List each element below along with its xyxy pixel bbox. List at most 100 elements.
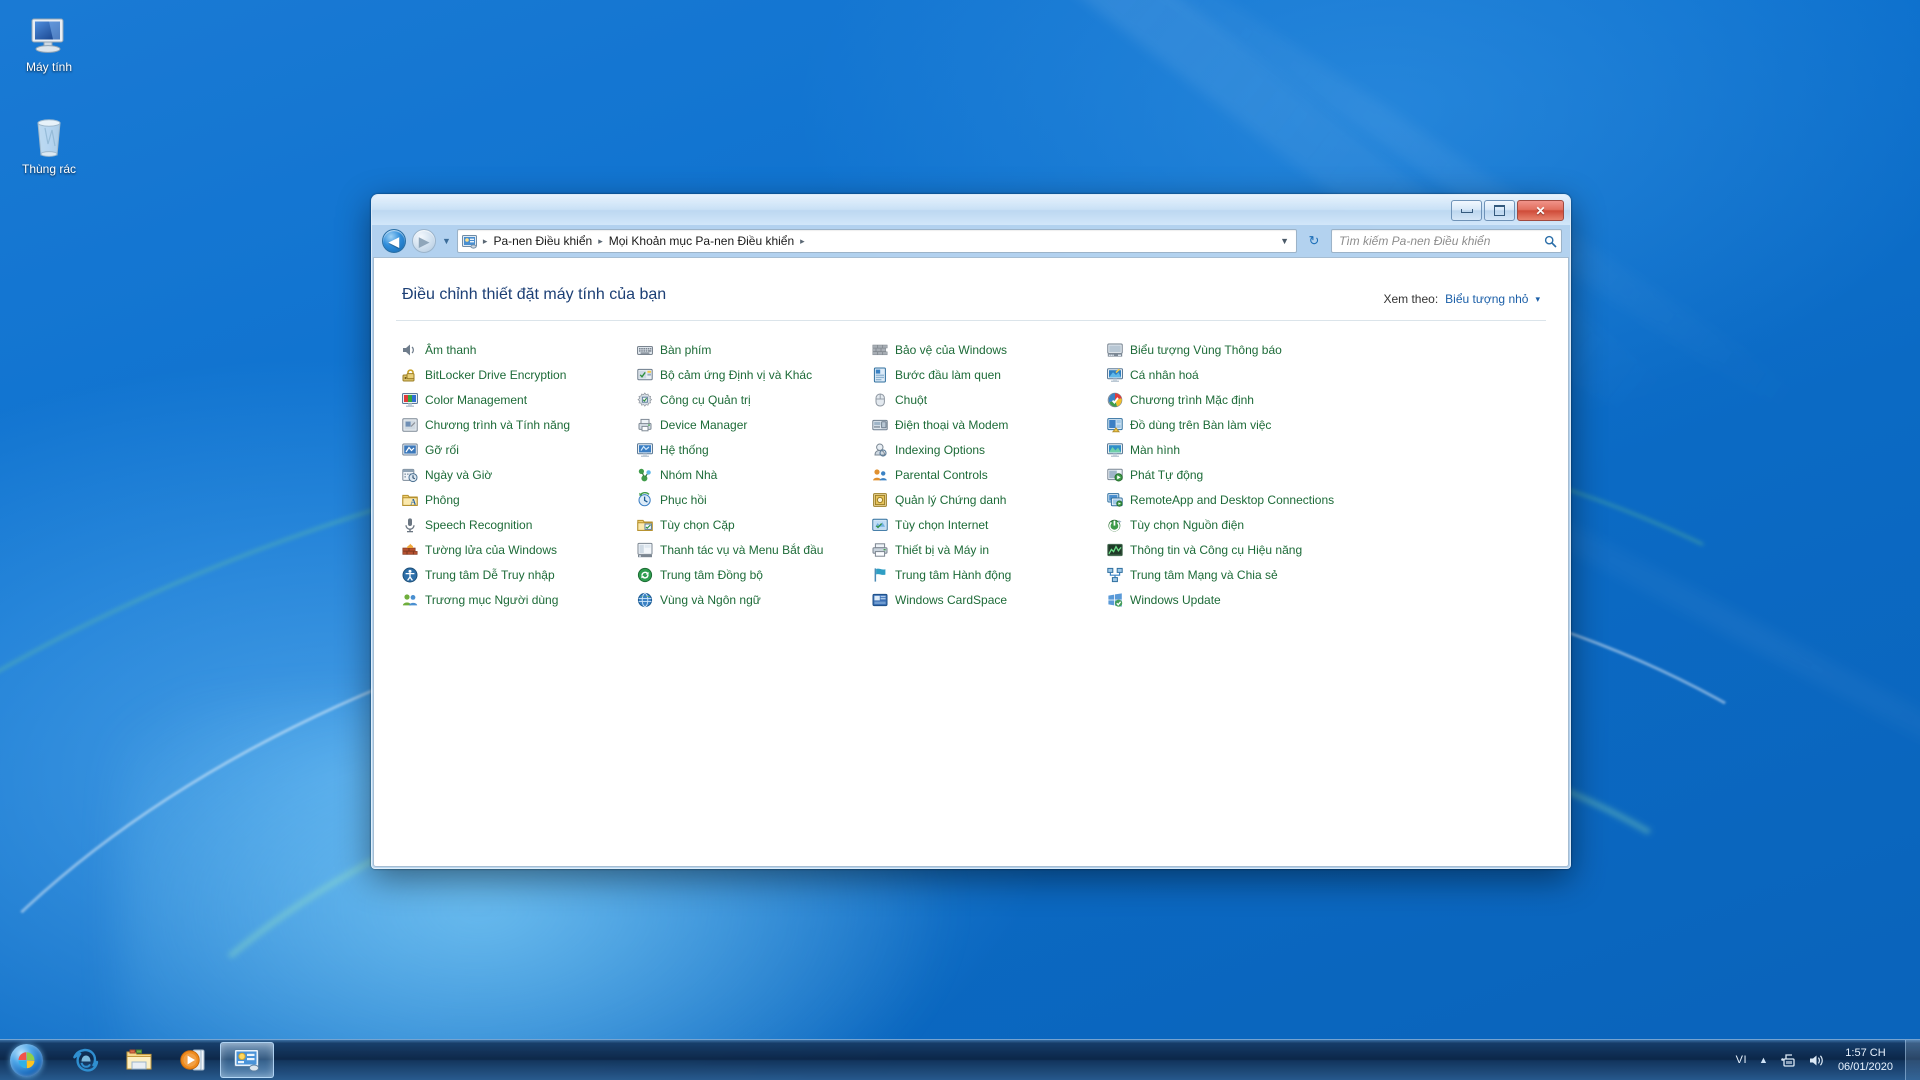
control-panel-item[interactable]: Đồ dùng trên Bàn làm việc [1107, 412, 1342, 437]
control-panel-item-label: Điện thoại và Modem [895, 417, 1009, 432]
minimize-button[interactable] [1451, 200, 1482, 221]
show-hidden-icons-button[interactable]: ▲ [1753, 1055, 1774, 1065]
control-panel-icon [234, 1049, 260, 1072]
control-panel-item[interactable]: Thông tin và Công cụ Hiệu năng [1107, 537, 1342, 562]
network-tray-icon[interactable] [1774, 1053, 1802, 1068]
control-panel-item-label: Trung tâm Hành động [895, 567, 1012, 582]
show-desktop-button[interactable] [1905, 1040, 1920, 1080]
control-panel-items-grid: Âm thanh BitLocker Drive Encryption Color … [374, 321, 1568, 612]
taskbar[interactable]: VI ▲ 1:57 CH 06/01/2020 [0, 1039, 1920, 1080]
control-panel-item[interactable]: Chuột [872, 387, 1107, 412]
control-panel-item[interactable]: Âm thanh [402, 337, 637, 362]
control-panel-item[interactable]: Parental Controls [872, 462, 1107, 487]
control-panel-item[interactable]: Quản lý Chứng danh [872, 487, 1107, 512]
control-panel-item[interactable]: Chương trình và Tính năng [402, 412, 637, 437]
control-panel-item[interactable]: Bước đầu làm quen [872, 362, 1107, 387]
control-panel-item[interactable]: Phục hồi [637, 487, 872, 512]
program-box-icon [402, 417, 418, 433]
folder-font-icon: A [402, 492, 418, 508]
search-box[interactable]: Tìm kiếm Pa-nen Điều khiển [1331, 229, 1562, 253]
close-button[interactable]: ✕ [1517, 200, 1564, 221]
start-button[interactable] [2, 1042, 50, 1078]
desktop-icon-recycle-bin[interactable]: Thùng rác [6, 110, 92, 176]
control-panel-item[interactable]: Phát Tự động [1107, 462, 1342, 487]
folder-options-icon [637, 517, 653, 533]
control-panel-item[interactable]: Thiết bị và Máy in [872, 537, 1107, 562]
control-panel-item[interactable]: Gỡ rối [402, 437, 637, 462]
control-panel-item[interactable]: Màn hình [1107, 437, 1342, 462]
control-panel-item-label: Thông tin và Công cụ Hiệu năng [1130, 542, 1303, 557]
control-panel-item[interactable]: Tùy chọn Internet [872, 512, 1107, 537]
control-panel-item[interactable]: A Phông [402, 487, 637, 512]
control-panel-item[interactable]: Ngày và Giờ [402, 462, 637, 487]
window-content: Điều chỉnh thiết đặt máy tính của bạn Xe… [373, 257, 1569, 867]
breadcrumb-separator[interactable]: ▸ [595, 236, 606, 247]
search-input[interactable]: Tìm kiếm Pa-nen Điều khiển [1339, 234, 1544, 248]
taskbar-button-windows-explorer[interactable] [112, 1042, 166, 1078]
taskbar-button-media-player[interactable] [166, 1042, 220, 1078]
control-panel-item[interactable]: Cá nhân hoá [1107, 362, 1342, 387]
taskbar-button-internet-explorer[interactable] [58, 1042, 112, 1078]
breadcrumb-item-all-items[interactable]: Mọi Khoản mục Pa-nen Điều khiển [606, 232, 797, 250]
refresh-icon: ↻ [1308, 233, 1320, 248]
control-panel-item[interactable]: Vùng và Ngôn ngữ [637, 587, 872, 612]
control-panel-item[interactable]: Trung tâm Hành động [872, 562, 1107, 587]
address-dropdown-icon[interactable]: ▼ [1275, 236, 1294, 246]
back-button[interactable]: ◀ [382, 229, 406, 253]
autoplay-icon [1107, 467, 1123, 483]
taskbar-button-control-panel[interactable] [220, 1042, 274, 1078]
maximize-button[interactable] [1484, 200, 1515, 221]
refresh-button[interactable]: ↻ [1303, 230, 1325, 252]
control-panel-item[interactable]: Trung tâm Dễ Truy nhập [402, 562, 637, 587]
control-panel-item[interactable]: Trung tâm Mạng và Chia sẻ [1107, 562, 1342, 587]
control-panel-item[interactable]: Tùy chọn Nguồn điện [1107, 512, 1342, 537]
control-panel-item[interactable]: Trương mục Người dùng [402, 587, 637, 612]
control-panel-item[interactable]: Điện thoại và Modem [872, 412, 1107, 437]
control-panel-item[interactable]: Tường lửa của Windows [402, 537, 637, 562]
control-panel-item[interactable]: Công cụ Quản trị [637, 387, 872, 412]
control-panel-item[interactable]: Thanh tác vụ và Menu Bắt đầu [637, 537, 872, 562]
close-icon: ✕ [1535, 203, 1546, 218]
control-panel-item[interactable]: Color Management [402, 387, 637, 412]
control-panel-item[interactable]: RemoteApp and Desktop Connections [1107, 487, 1342, 512]
volume-tray-icon[interactable] [1802, 1053, 1830, 1068]
control-panel-window[interactable]: ✕ ◀ ▶ ▼ ▸ Pa-nen Điều khiển ▸ Mọi Khoản … [371, 194, 1571, 869]
breadcrumb-separator[interactable]: ▸ [797, 236, 808, 247]
control-panel-item[interactable]: Windows CardSpace [872, 587, 1107, 612]
display-icon [1107, 442, 1123, 458]
control-panel-item[interactable]: Hệ thống [637, 437, 872, 462]
control-panel-item[interactable]: Speech Recognition [402, 512, 637, 537]
remoteapp-icon [1107, 492, 1123, 508]
control-panel-item-label: Bảo vệ của Windows [895, 342, 1008, 357]
control-panel-item-label: Device Manager [660, 417, 748, 432]
troubleshoot-icon [402, 442, 418, 458]
history-dropdown-icon[interactable]: ▼ [442, 236, 451, 246]
control-panel-item-label: Parental Controls [895, 467, 988, 482]
language-indicator[interactable]: VI [1730, 1054, 1753, 1066]
view-by-control[interactable]: Xem theo: Biểu tượng nhỏ ▾ [1383, 286, 1540, 306]
view-by-value[interactable]: Biểu tượng nhỏ [1445, 292, 1528, 306]
control-panel-item[interactable]: Bộ cảm ứng Định vị và Khác [637, 362, 872, 387]
control-panel-item[interactable]: Bàn phím [637, 337, 872, 362]
control-panel-item[interactable]: Device Manager [637, 412, 872, 437]
control-panel-item[interactable]: BitLocker Drive Encryption [402, 362, 637, 387]
control-panel-item-label: RemoteApp and Desktop Connections [1130, 492, 1335, 507]
breadcrumb-item-control-panel[interactable]: Pa-nen Điều khiển [490, 232, 595, 250]
breadcrumb-separator[interactable]: ▸ [480, 236, 491, 247]
control-panel-item[interactable]: Indexing Options [872, 437, 1107, 462]
control-panel-item[interactable]: Bảo vệ của Windows [872, 337, 1107, 362]
control-panel-item[interactable]: Trung tâm Đồng bộ [637, 562, 872, 587]
getting-started-icon [872, 367, 888, 383]
desktop[interactable]: Máy tính Thùng rác ✕ ◀ ▶ ▼ ▸ Pa-nen Điều… [0, 0, 1920, 1080]
control-panel-item[interactable]: Nhóm Nhà [637, 462, 872, 487]
desktop-icon-computer[interactable]: Máy tính [6, 8, 92, 74]
chevron-down-icon[interactable]: ▾ [1535, 294, 1540, 305]
control-panel-item[interactable]: Tùy chọn Cặp [637, 512, 872, 537]
window-titlebar[interactable]: ✕ [372, 195, 1570, 225]
control-panel-item[interactable]: Biểu tượng Vùng Thông báo [1107, 337, 1342, 362]
control-panel-item[interactable]: Windows Update [1107, 587, 1342, 612]
control-panel-item[interactable]: Chương trình Mặc định [1107, 387, 1342, 412]
address-bar[interactable]: ▸ Pa-nen Điều khiển ▸ Mọi Khoản mục Pa-n… [456, 229, 1297, 253]
forward-button[interactable]: ▶ [412, 229, 436, 253]
clock[interactable]: 1:57 CH 06/01/2020 [1830, 1046, 1905, 1074]
